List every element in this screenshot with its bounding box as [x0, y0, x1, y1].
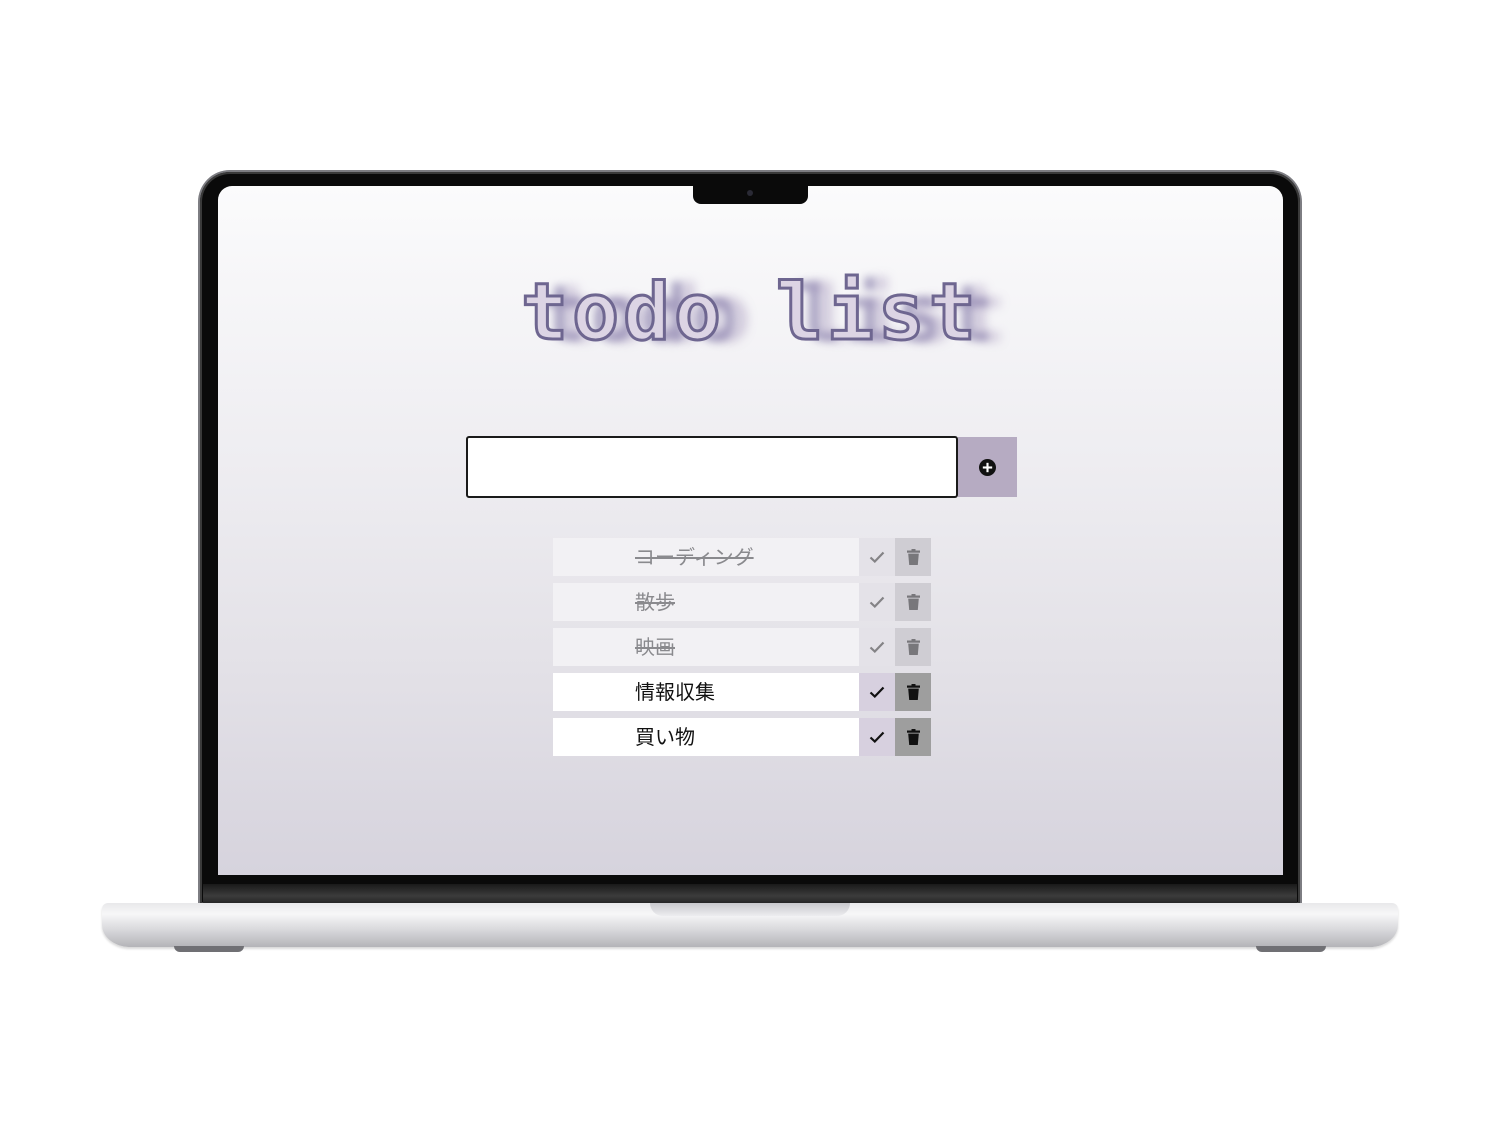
delete-button[interactable]	[895, 673, 931, 711]
todo-item: 散歩	[553, 583, 931, 621]
camera-notch	[693, 186, 808, 204]
complete-button[interactable]	[859, 718, 895, 756]
check-icon	[869, 686, 885, 698]
trash-icon	[906, 549, 920, 565]
todo-input[interactable]	[466, 436, 958, 498]
check-icon	[869, 551, 885, 563]
laptop-foot	[174, 946, 244, 952]
laptop-foot	[1256, 946, 1326, 952]
delete-button[interactable]	[895, 718, 931, 756]
complete-button[interactable]	[859, 628, 895, 666]
todo-item-text: 映画	[553, 628, 859, 666]
app-title: todo list	[520, 267, 980, 360]
camera-icon	[747, 190, 753, 196]
todo-item-text: 買い物	[553, 718, 859, 756]
add-button[interactable]	[958, 437, 1017, 497]
trash-icon	[906, 684, 920, 700]
delete-button[interactable]	[895, 538, 931, 576]
delete-button[interactable]	[895, 628, 931, 666]
add-todo-form	[466, 436, 1017, 498]
todo-item-text: 情報収集	[553, 673, 859, 711]
todo-item: 買い物	[553, 718, 931, 756]
check-icon	[869, 596, 885, 608]
todo-item: コーディング	[553, 538, 931, 576]
plus-circle-icon	[979, 458, 996, 476]
trash-icon	[906, 639, 920, 655]
laptop-hinge	[203, 884, 1297, 904]
complete-button[interactable]	[859, 538, 895, 576]
todo-item: 情報収集	[553, 673, 931, 711]
lid-opening-notch	[650, 903, 850, 916]
app-screen: todo list コーディング 散歩 映画 情報収集 買い物	[218, 186, 1283, 875]
delete-button[interactable]	[895, 583, 931, 621]
check-icon	[869, 731, 885, 743]
todo-item-text: 散歩	[553, 583, 859, 621]
trash-icon	[906, 729, 920, 745]
laptop-base	[102, 903, 1398, 947]
trash-icon	[906, 594, 920, 610]
todo-list: コーディング 散歩 映画 情報収集 買い物	[553, 538, 931, 763]
check-icon	[869, 641, 885, 653]
complete-button[interactable]	[859, 673, 895, 711]
todo-item-text: コーディング	[553, 538, 859, 576]
complete-button[interactable]	[859, 583, 895, 621]
todo-item: 映画	[553, 628, 931, 666]
